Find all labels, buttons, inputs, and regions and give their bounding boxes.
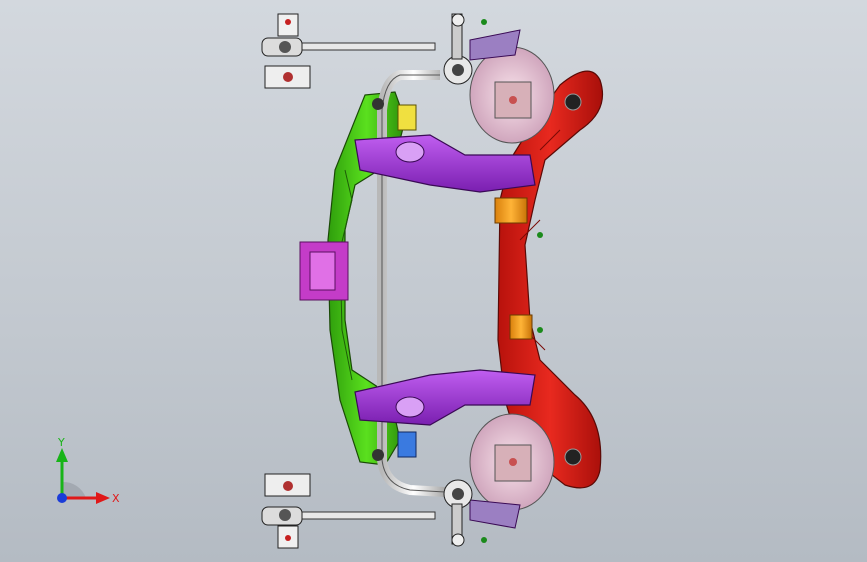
lower-toe-link[interactable] [443,479,473,547]
x-axis-arrow [96,492,110,504]
body-mount-bushing-lower[interactable] [509,314,533,340]
z-axis-origin [57,493,67,503]
suspension-subframe-model[interactable] [0,0,867,562]
sensor-bracket-upper [397,104,417,131]
x-axis-label: X [112,492,120,505]
graphics-viewport[interactable]: Y X [0,0,867,562]
spring-seat-lower[interactable] [469,413,555,511]
y-axis-arrow [56,448,68,462]
upper-toe-link[interactable] [443,13,473,85]
spring-seat-upper[interactable] [469,46,555,144]
body-mount-bushing-upper[interactable] [494,197,528,224]
sensor-bracket-lower [397,431,417,458]
center-bracket[interactable] [299,241,349,301]
reference-triad: Y X [56,436,120,505]
y-axis-label: Y [57,436,65,449]
